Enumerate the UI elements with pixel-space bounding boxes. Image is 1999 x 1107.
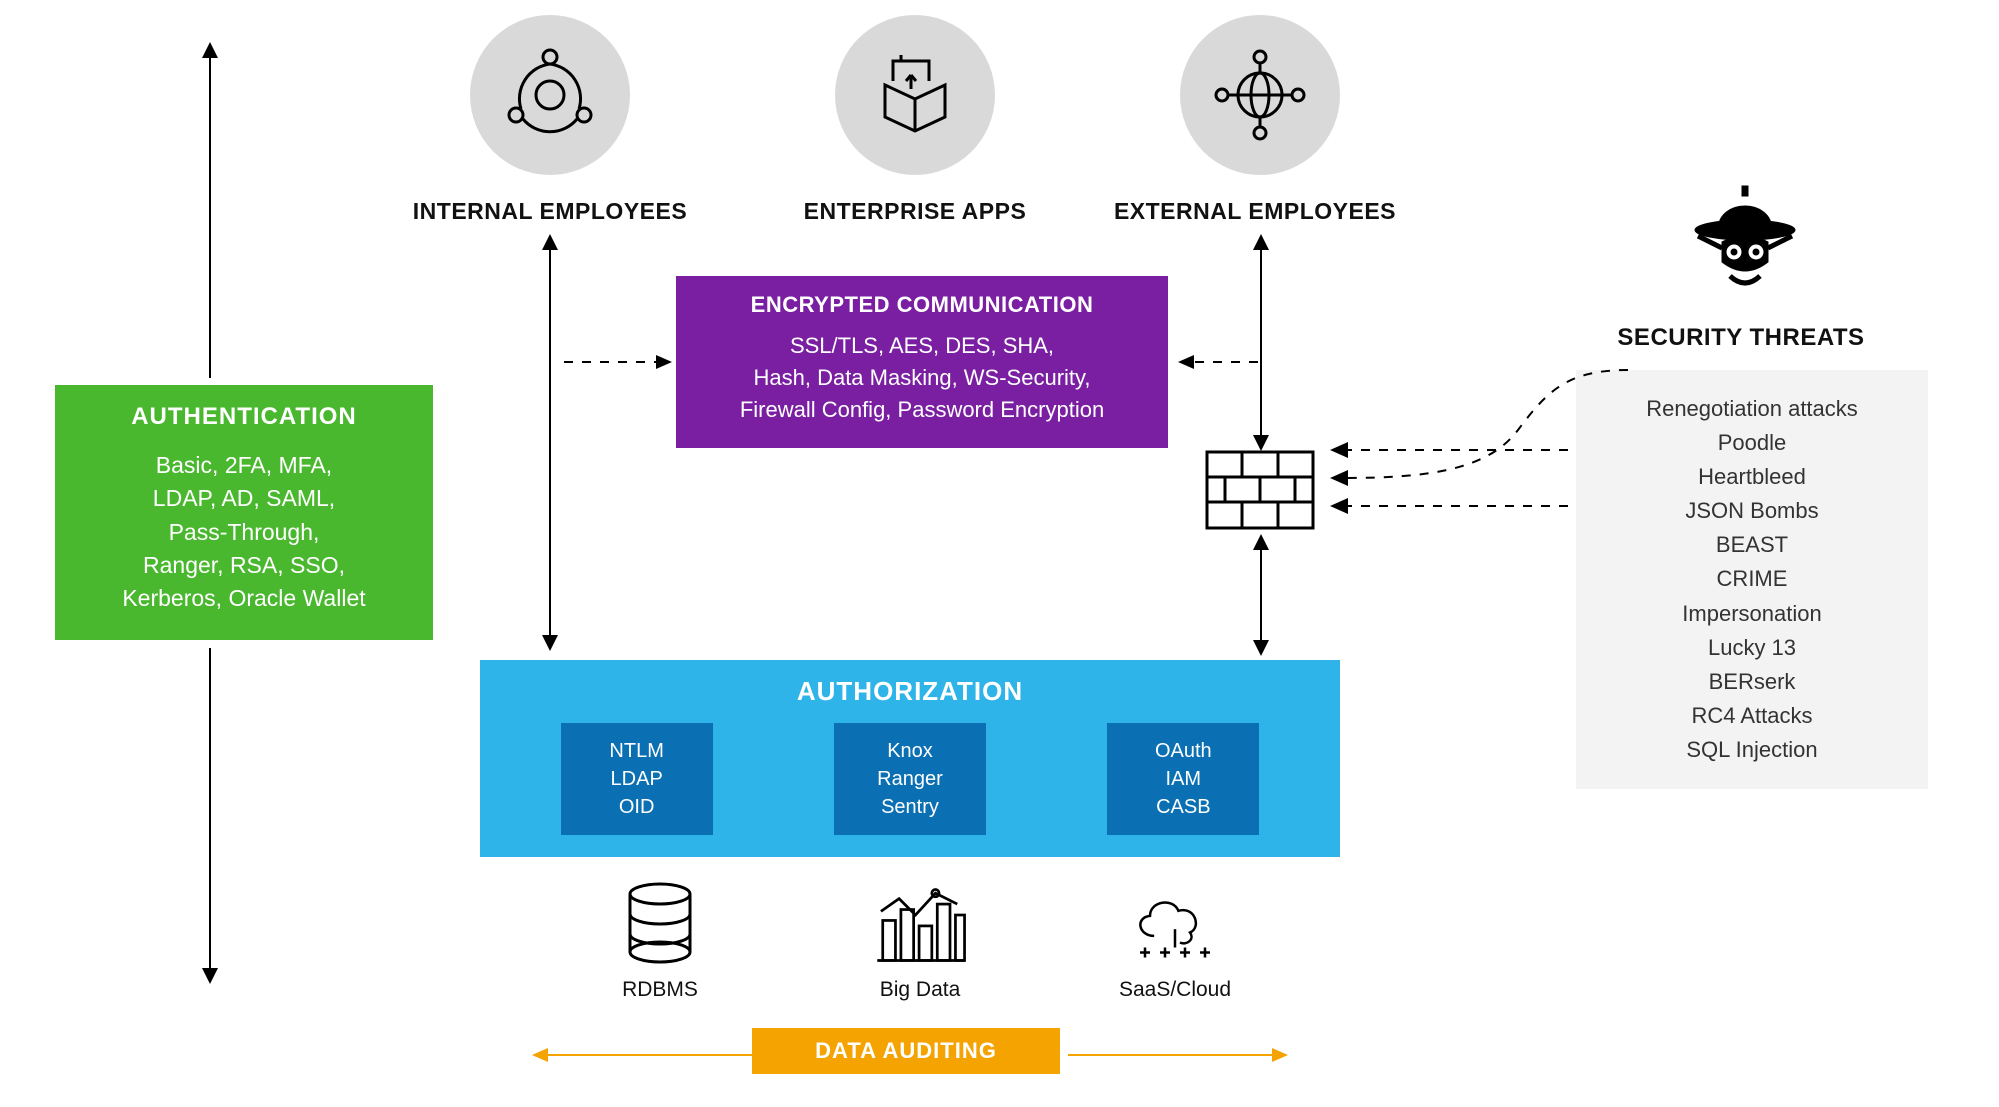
authorization-item: LDAP bbox=[611, 765, 663, 793]
internal-to-encryption-arrow bbox=[560, 350, 676, 374]
authentication-line: Basic, 2FA, MFA, bbox=[79, 449, 409, 482]
threat-item: RC4 Attacks bbox=[1592, 699, 1912, 733]
authorization-item: CASB bbox=[1156, 793, 1210, 821]
threats-to-firewall-arrows bbox=[1318, 320, 1648, 570]
bigdata-label: Big Data bbox=[845, 978, 995, 1002]
authorization-item: IAM bbox=[1166, 765, 1202, 793]
threat-item: SQL Injection bbox=[1592, 733, 1912, 767]
data-auditing-label: DATA AUDITING bbox=[815, 1038, 997, 1063]
firewall-icon bbox=[1205, 450, 1315, 535]
firewall-to-authorization-arrow bbox=[1241, 530, 1281, 660]
hacker-icon bbox=[1680, 180, 1810, 305]
saas-cloud-icon bbox=[1095, 880, 1255, 970]
authentication-panel: AUTHENTICATION Basic, 2FA, MFA, LDAP, AD… bbox=[55, 385, 433, 640]
authentication-line: LDAP, AD, SAML, bbox=[79, 482, 409, 515]
threat-item: Impersonation bbox=[1592, 597, 1912, 631]
enterprise-apps-icon bbox=[835, 15, 995, 175]
authorization-group: OAuth IAM CASB bbox=[1107, 723, 1259, 835]
encryption-line: SSL/TLS, AES, DES, SHA, bbox=[704, 330, 1140, 362]
authentication-title: AUTHENTICATION bbox=[79, 403, 409, 431]
encryption-line: Hash, Data Masking, WS-Security, bbox=[704, 362, 1140, 394]
authentication-line: Kerberos, Oracle Wallet bbox=[79, 582, 409, 615]
internal-employees-label: INTERNAL EMPLOYEES bbox=[395, 198, 705, 225]
encryption-body: SSL/TLS, AES, DES, SHA, Hash, Data Maski… bbox=[704, 330, 1140, 426]
encryption-title: ENCRYPTED COMMUNICATION bbox=[704, 292, 1140, 318]
rdbms-label: RDBMS bbox=[590, 978, 730, 1002]
bigdata-icon bbox=[845, 880, 995, 970]
authorization-group: NTLM LDAP OID bbox=[561, 723, 713, 835]
authorization-item: Ranger bbox=[877, 765, 943, 793]
authorization-item: Knox bbox=[887, 737, 933, 765]
audit-right-arrow bbox=[1060, 1045, 1290, 1065]
rdbms-icon bbox=[590, 880, 730, 970]
external-to-firewall-arrow bbox=[1241, 230, 1281, 455]
authorization-panel: AUTHORIZATION NTLM LDAP OID Knox Ranger … bbox=[480, 660, 1340, 857]
internal-employees-icon bbox=[470, 15, 630, 175]
authentication-line: Ranger, RSA, SSO, bbox=[79, 549, 409, 582]
external-to-encryption-arrow bbox=[1172, 350, 1262, 374]
encryption-line: Firewall Config, Password Encryption bbox=[704, 394, 1140, 426]
authorization-item: OAuth bbox=[1155, 737, 1212, 765]
threat-item: Lucky 13 bbox=[1592, 631, 1912, 665]
saas-cloud-label: SaaS/Cloud bbox=[1095, 978, 1255, 1002]
encryption-panel: ENCRYPTED COMMUNICATION SSL/TLS, AES, DE… bbox=[676, 276, 1168, 448]
enterprise-apps-label: ENTERPRISE APPS bbox=[790, 198, 1040, 225]
authorization-item: OID bbox=[619, 793, 655, 821]
audit-left-arrow bbox=[530, 1045, 760, 1065]
threat-item: BERserk bbox=[1592, 665, 1912, 699]
external-employees-label: EXTERNAL EMPLOYEES bbox=[1100, 198, 1410, 225]
authorization-item: Sentry bbox=[881, 793, 939, 821]
auth-vertical-span-arrow bbox=[190, 40, 230, 985]
authorization-item: NTLM bbox=[609, 737, 663, 765]
data-auditing-bar: DATA AUDITING bbox=[752, 1028, 1060, 1074]
internal-vertical-arrow bbox=[530, 230, 570, 655]
authentication-body: Basic, 2FA, MFA, LDAP, AD, SAML, Pass-Th… bbox=[79, 449, 409, 616]
authorization-group: Knox Ranger Sentry bbox=[834, 723, 986, 835]
external-employees-icon bbox=[1180, 15, 1340, 175]
authorization-title: AUTHORIZATION bbox=[500, 676, 1320, 707]
authentication-line: Pass-Through, bbox=[79, 516, 409, 549]
